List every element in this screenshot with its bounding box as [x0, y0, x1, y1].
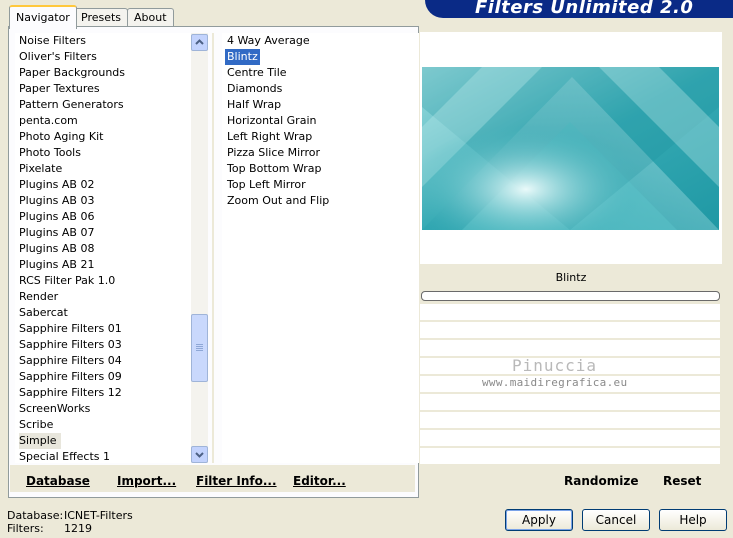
filter-list[interactable]: 4 Way Average Blintz Centre Tile Diamonds Ha…: [222, 33, 419, 463]
filter-item[interactable]: Zoom Out and Flip: [227, 193, 329, 209]
tab-about[interactable]: About: [127, 8, 174, 27]
category-item[interactable]: Sapphire Filters 04: [19, 353, 122, 369]
progress-bar: [421, 291, 720, 301]
filters-label: Filters:: [7, 522, 44, 535]
category-item[interactable]: Sapphire Filters 03: [19, 337, 122, 353]
filter-item[interactable]: Pizza Slice Mirror: [227, 145, 320, 161]
category-item[interactable]: ScreenWorks: [19, 401, 90, 417]
randomize-link[interactable]: Randomize: [564, 474, 638, 488]
category-item[interactable]: Sapphire Filters 09: [19, 369, 122, 385]
title-banner: Filters Unlimited 2.0: [425, 0, 733, 18]
status-filters: Filters: 1219: [7, 522, 92, 535]
parameter-row: [420, 322, 720, 338]
category-item[interactable]: Sapphire Filters 12: [19, 385, 122, 401]
category-item[interactable]: Sapphire Filters 01: [19, 321, 122, 337]
selected-filter-name: Blintz: [420, 267, 722, 289]
filter-info-link[interactable]: Filter Info...: [196, 474, 277, 488]
parameter-row: [420, 394, 720, 410]
parameter-row: [420, 412, 720, 428]
filter-item[interactable]: Blintz: [225, 49, 260, 65]
reset-link[interactable]: Reset: [663, 474, 701, 488]
watermark-name: Pinuccia: [512, 356, 598, 375]
category-item[interactable]: Oliver's Filters: [19, 49, 97, 65]
editor-link[interactable]: Editor...: [293, 474, 346, 488]
category-item[interactable]: Plugins AB 06: [19, 209, 94, 225]
category-item[interactable]: Scribe: [19, 417, 53, 433]
category-item[interactable]: Noise Filters: [19, 33, 86, 49]
navigator-link-bar: Database Import... Filter Info... Editor…: [10, 465, 415, 492]
import-link[interactable]: Import...: [117, 474, 176, 488]
database-label: Database:: [7, 509, 64, 522]
status-database: Database: ICNET-Filters: [7, 509, 133, 522]
help-button[interactable]: Help: [659, 509, 727, 531]
category-item[interactable]: Pattern Generators: [19, 97, 124, 113]
parameter-row: [420, 304, 720, 320]
chevron-down-icon: [195, 452, 204, 458]
preview-image: [422, 67, 719, 230]
cancel-button[interactable]: Cancel: [582, 509, 650, 531]
category-item[interactable]: RCS Filter Pak 1.0: [19, 273, 115, 289]
preview-area: [420, 32, 722, 264]
filter-item[interactable]: Half Wrap: [227, 97, 281, 113]
preview-link-bar: Randomize Reset: [420, 465, 722, 492]
tab-presets[interactable]: Presets: [74, 8, 129, 27]
parameter-row: [420, 340, 720, 356]
banner-title: Filters Unlimited 2.0: [475, 0, 694, 18]
category-item[interactable]: Paper Textures: [19, 81, 100, 97]
scroll-down-button[interactable]: [191, 446, 208, 463]
category-item[interactable]: Photo Tools: [19, 145, 81, 161]
category-item[interactable]: penta.com: [19, 113, 78, 129]
database-value: ICNET-Filters: [64, 509, 133, 522]
category-item[interactable]: Paper Backgrounds: [19, 65, 125, 81]
scroll-thumb[interactable]: [191, 314, 208, 382]
preview-artwork: [422, 67, 719, 230]
filter-item[interactable]: Top Left Mirror: [227, 177, 306, 193]
category-item[interactable]: Plugins AB 08: [19, 241, 94, 257]
filter-item[interactable]: Diamonds: [227, 81, 282, 97]
parameter-row: [420, 448, 720, 464]
category-item[interactable]: Plugins AB 07: [19, 225, 94, 241]
database-link[interactable]: Database: [26, 474, 90, 488]
apply-button[interactable]: Apply: [505, 509, 573, 531]
filter-item[interactable]: Top Bottom Wrap: [227, 161, 322, 177]
category-item[interactable]: Simple: [19, 433, 61, 449]
scroll-up-button[interactable]: [191, 34, 208, 51]
filter-item[interactable]: Centre Tile: [227, 65, 287, 81]
category-item[interactable]: Plugins AB 02: [19, 177, 94, 193]
watermark-url: www.maidiregrafica.eu: [482, 376, 628, 389]
parameter-row: [420, 430, 720, 446]
category-item[interactable]: Pixelate: [19, 161, 62, 177]
tab-navigator[interactable]: Navigator: [9, 5, 77, 29]
list-divider: [212, 33, 214, 463]
category-list[interactable]: Noise Filters Oliver's Filters Paper Backg…: [15, 33, 195, 463]
chevron-up-icon: [195, 39, 204, 45]
category-item[interactable]: Render: [19, 289, 58, 305]
filters-count: 1219: [64, 522, 92, 535]
filter-item[interactable]: Left Right Wrap: [227, 129, 312, 145]
category-item[interactable]: Sabercat: [19, 305, 68, 321]
category-scrollbar[interactable]: [191, 33, 208, 463]
category-item[interactable]: Plugins AB 21: [19, 257, 94, 273]
category-item[interactable]: Photo Aging Kit: [19, 129, 103, 145]
filter-item[interactable]: 4 Way Average: [227, 33, 310, 49]
category-item[interactable]: Plugins AB 03: [19, 193, 94, 209]
category-item[interactable]: Special Effects 1: [19, 449, 110, 463]
filter-item[interactable]: Horizontal Grain: [227, 113, 316, 129]
